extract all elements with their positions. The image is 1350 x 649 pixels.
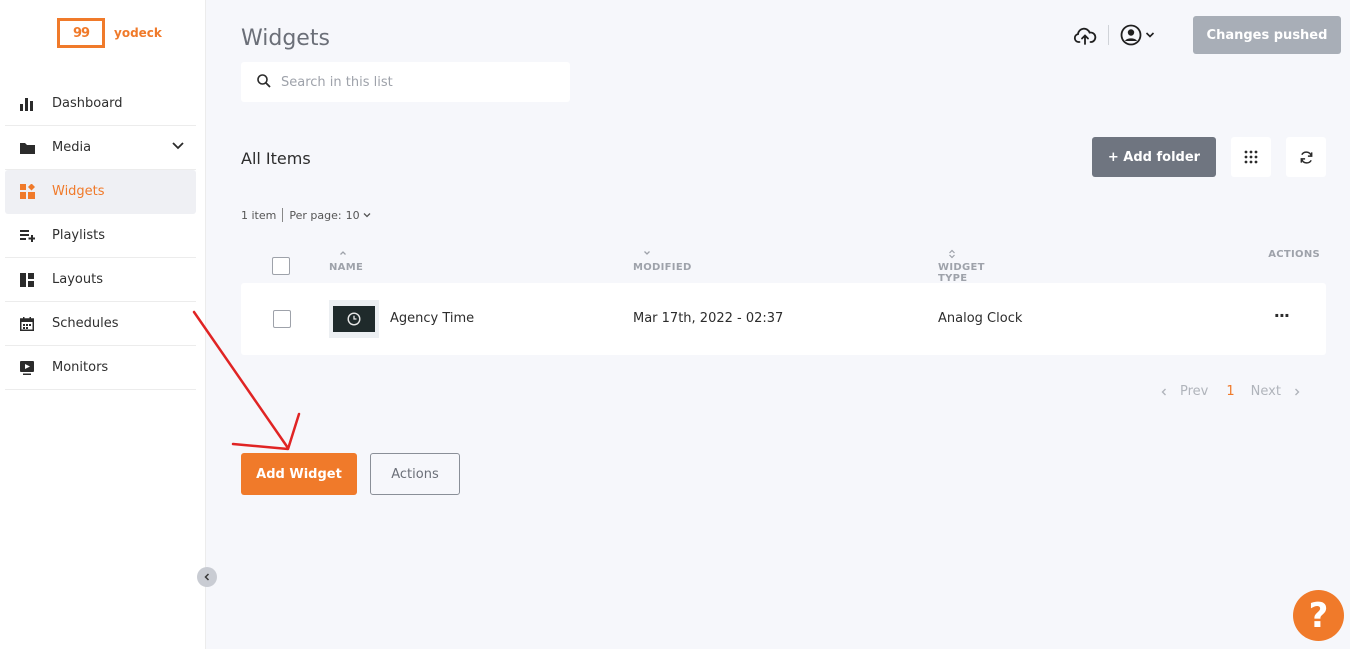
yodeck-logo[interactable]: 99 yodeck bbox=[57, 18, 162, 48]
per-page-label: Per page: bbox=[289, 208, 342, 222]
column-modified-label: MODIFIED bbox=[633, 262, 692, 273]
column-modified-header[interactable]: MODIFIED bbox=[633, 249, 691, 273]
sidebar-item-media[interactable]: Media bbox=[5, 126, 196, 170]
row-modified: Mar 17th, 2022 - 02:37 bbox=[633, 311, 784, 326]
folder-icon bbox=[19, 140, 35, 156]
sidebar-item-playlists[interactable]: Playlists bbox=[5, 214, 196, 258]
pagination-prev-label: Prev bbox=[1180, 384, 1209, 399]
sidebar: 99 yodeck Dashboard Media Widgets Playli… bbox=[0, 0, 206, 649]
logo-mark: 99 bbox=[57, 18, 105, 48]
sidebar-item-label: Schedules bbox=[52, 316, 119, 331]
column-type-header[interactable]: WIDGET TYPE bbox=[938, 249, 984, 284]
sidebar-item-label: Monitors bbox=[52, 360, 109, 375]
sort-desc-icon bbox=[644, 251, 650, 255]
table-header: NAME MODIFIED WIDGET TYPE ACTIONS bbox=[241, 236, 1326, 284]
help-question-icon: ? bbox=[1308, 595, 1329, 636]
sidebar-item-label: Media bbox=[52, 140, 92, 155]
logo-mark-text: 99 bbox=[72, 25, 90, 41]
sidebar-nav: Dashboard Media Widgets Playlists Layout… bbox=[5, 82, 196, 390]
refresh-icon bbox=[1300, 150, 1312, 164]
chevron-down-icon bbox=[1145, 32, 1155, 38]
add-folder-button[interactable]: + Add folder bbox=[1092, 137, 1216, 177]
cloud-upload-icon bbox=[1073, 27, 1097, 45]
pagination-prev[interactable]: Prev bbox=[1160, 384, 1208, 399]
pagination-next[interactable]: Next bbox=[1251, 384, 1301, 399]
sidebar-item-monitors[interactable]: Monitors bbox=[5, 346, 196, 390]
logo-text: yodeck bbox=[114, 26, 162, 40]
row-checkbox[interactable] bbox=[273, 310, 291, 328]
chevron-left-icon bbox=[204, 573, 210, 581]
actions-button[interactable]: Actions bbox=[370, 453, 460, 495]
user-menu-button[interactable] bbox=[1120, 23, 1155, 47]
add-widget-button[interactable]: Add Widget bbox=[241, 453, 357, 495]
search-box[interactable] bbox=[241, 62, 570, 102]
row-type: Analog Clock bbox=[938, 311, 1023, 326]
row-name[interactable]: Agency Time bbox=[390, 311, 474, 326]
sidebar-item-label: Widgets bbox=[52, 184, 105, 199]
chevron-down-icon bbox=[363, 213, 371, 218]
calendar-icon bbox=[19, 316, 35, 332]
sidebar-item-dashboard[interactable]: Dashboard bbox=[5, 82, 196, 126]
sidebar-item-layouts[interactable]: Layouts bbox=[5, 258, 196, 302]
row-more-actions-button[interactable]: ··· bbox=[1274, 306, 1290, 325]
monitor-play-icon bbox=[19, 360, 35, 376]
sidebar-item-label: Dashboard bbox=[52, 96, 123, 111]
refresh-button[interactable] bbox=[1286, 137, 1326, 177]
sort-both-icon bbox=[949, 249, 955, 259]
per-page-select[interactable]: 10 bbox=[346, 209, 371, 222]
cloud-upload-button[interactable] bbox=[1073, 24, 1097, 48]
changes-pushed-button[interactable]: Changes pushed bbox=[1193, 16, 1341, 54]
grid-view-button[interactable] bbox=[1231, 137, 1271, 177]
thumbnail-frame bbox=[333, 306, 375, 332]
pagination: Prev 1 Next bbox=[1160, 384, 1301, 399]
sidebar-item-widgets[interactable]: Widgets bbox=[5, 170, 196, 214]
chevron-right-icon bbox=[1294, 388, 1300, 395]
table-row[interactable]: Agency Time Mar 17th, 2022 - 02:37 Analo… bbox=[241, 283, 1326, 355]
chevron-left-icon bbox=[1161, 388, 1166, 395]
sidebar-item-label: Layouts bbox=[52, 272, 103, 287]
help-button[interactable]: ? bbox=[1293, 590, 1344, 641]
select-all-checkbox[interactable] bbox=[272, 257, 290, 275]
chevron-down-icon[interactable] bbox=[172, 140, 184, 156]
sidebar-item-label: Playlists bbox=[52, 228, 105, 243]
widget-thumbnail bbox=[329, 300, 379, 338]
sort-asc-icon bbox=[340, 251, 346, 255]
pagination-current-page[interactable]: 1 bbox=[1226, 384, 1234, 399]
column-name-header[interactable]: NAME bbox=[329, 249, 363, 273]
clock-icon bbox=[347, 312, 361, 326]
pagination-next-label: Next bbox=[1250, 384, 1281, 399]
layout-icon bbox=[19, 272, 35, 288]
grid-dots-icon bbox=[1244, 150, 1258, 164]
widgets-icon bbox=[19, 184, 35, 200]
sidebar-item-schedules[interactable]: Schedules bbox=[5, 302, 196, 346]
playlist-add-icon bbox=[19, 228, 35, 244]
meta-divider bbox=[282, 208, 284, 222]
sidebar-collapse-button[interactable] bbox=[197, 567, 217, 587]
list-meta: 1 item Per page: 10 bbox=[241, 208, 371, 222]
per-page-value: 10 bbox=[345, 208, 360, 222]
column-type-label: WIDGET TYPE bbox=[938, 262, 985, 284]
column-actions-header: ACTIONS bbox=[1268, 249, 1320, 260]
search-icon bbox=[257, 73, 271, 92]
user-avatar-icon bbox=[1120, 24, 1142, 46]
page-title: Widgets bbox=[241, 26, 330, 51]
header-divider bbox=[1108, 25, 1109, 45]
bar-chart-icon bbox=[19, 96, 35, 112]
section-title: All Items bbox=[241, 149, 311, 168]
column-name-label: NAME bbox=[329, 262, 364, 273]
item-count: 1 item bbox=[241, 208, 277, 222]
search-input[interactable] bbox=[281, 74, 551, 90]
